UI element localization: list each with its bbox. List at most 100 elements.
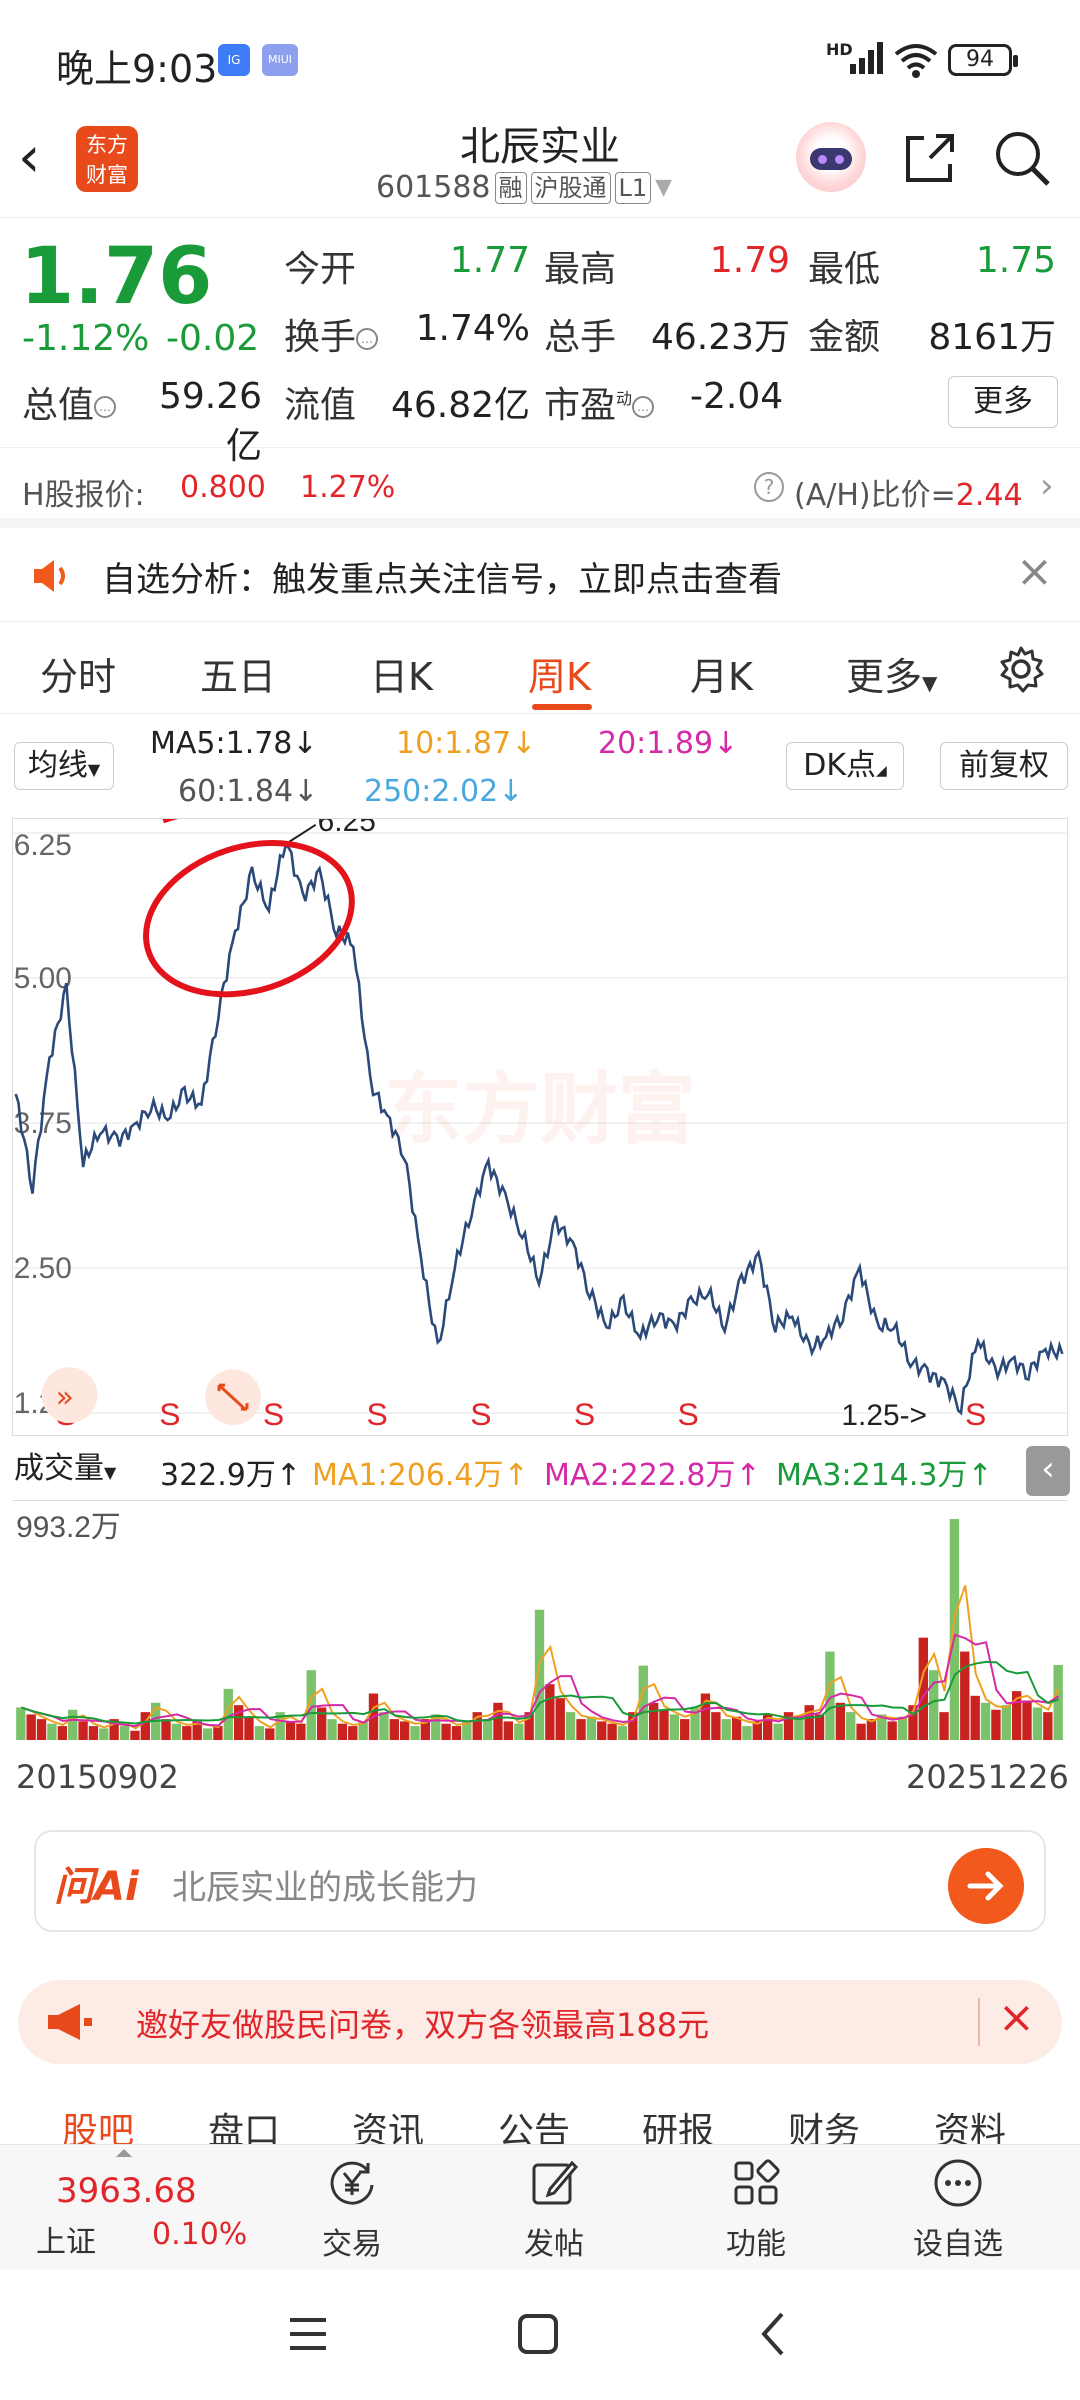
indicator-selector-dropdown[interactable]: 成交量▼ bbox=[14, 1448, 154, 1492]
sse-index-value[interactable]: 3963.68 bbox=[56, 2171, 197, 2211]
volume-bar bbox=[16, 1707, 26, 1741]
stock-code-row[interactable]: 601588 融 沪股通 L1 ▼ bbox=[376, 170, 672, 205]
ai-assistant-avatar-icon[interactable] bbox=[796, 122, 866, 192]
help-icon[interactable]: ? bbox=[754, 472, 784, 502]
ma-selector-dropdown[interactable]: 均线▼ bbox=[14, 742, 114, 790]
close-icon[interactable]: × bbox=[1016, 546, 1053, 597]
system-navigation-bar bbox=[0, 2270, 1080, 2400]
expand-left-icon[interactable]: » bbox=[41, 1367, 98, 1424]
dk-point-button[interactable]: DK点◢ bbox=[786, 742, 904, 790]
volume-bar bbox=[856, 1723, 866, 1741]
sell-signal-marker[interactable]: S bbox=[470, 1396, 491, 1432]
svg-text:»: » bbox=[56, 1380, 74, 1415]
alert-text: 自选分析：触发重点关注信号，立即点击查看 bbox=[102, 560, 782, 600]
volume-bar bbox=[68, 1709, 78, 1741]
volume-bar bbox=[980, 1702, 991, 1741]
volume-bar bbox=[78, 1721, 88, 1741]
post-button[interactable]: 发帖 bbox=[494, 2155, 614, 2263]
volume-bar bbox=[88, 1726, 99, 1741]
dk-label: DK点 bbox=[803, 748, 876, 783]
volume-bar bbox=[929, 1670, 939, 1741]
back-icon[interactable] bbox=[752, 2310, 796, 2358]
vol-ma1: MA1:206.4万↑ bbox=[312, 1458, 529, 1493]
y-tick-label: 6.25 bbox=[14, 829, 72, 862]
high-label: 最高 bbox=[544, 249, 617, 290]
collapse-panel-button[interactable]: ‹ bbox=[1026, 1446, 1070, 1496]
more-quote-button[interactable]: 更多 bbox=[948, 376, 1058, 428]
vol-ma3-value: MA3:214.3万 bbox=[776, 1458, 968, 1493]
price-line-chart[interactable]: 东方财富 6.255.003.752.501.25 SSSSSSSS 6.25 … bbox=[12, 818, 1068, 1436]
volume-bar bbox=[814, 1714, 825, 1741]
tab-more[interactable]: 更多▼ bbox=[846, 646, 937, 701]
active-tab-underline bbox=[532, 704, 592, 710]
info-icon[interactable]: … bbox=[632, 396, 655, 418]
info-icon[interactable]: … bbox=[356, 328, 379, 350]
gear-icon[interactable] bbox=[996, 644, 1046, 694]
trade-label: 交易 bbox=[322, 2227, 382, 2262]
turnover-label[interactable]: 换手… bbox=[284, 308, 379, 360]
amount-value: 8161万 bbox=[928, 317, 1056, 358]
volume-bar bbox=[648, 1702, 659, 1741]
trade-button[interactable]: 交易 bbox=[292, 2155, 412, 2263]
tab-five-day[interactable]: 五日 bbox=[200, 646, 276, 701]
quote-panel: 1.76 -1.12% -0.02 今开 1.77 最高 1.79 最低 1.7… bbox=[0, 218, 1080, 467]
moving-average-bar: 均线▼ MA5:1.78↓ 10:1.87↓ 20:1.89↓ 60:1.84↓… bbox=[0, 716, 1080, 816]
sse-index-percent: 0.10% bbox=[152, 2217, 248, 2252]
menu-icon[interactable] bbox=[286, 2312, 330, 2356]
analysis-alert-banner[interactable]: 自选分析：触发重点关注信号，立即点击查看 × bbox=[0, 528, 1080, 622]
volume-bar bbox=[399, 1721, 410, 1741]
volume-bar bbox=[36, 1719, 47, 1741]
tab-daily-k[interactable]: 日K bbox=[370, 646, 433, 701]
volume-bar bbox=[773, 1723, 783, 1741]
last-price: 1.76 bbox=[20, 232, 213, 322]
h-share-row[interactable]: H股报价: 0.800 1.27% ? (A/H)比价=2.44 › bbox=[0, 450, 1080, 528]
home-icon[interactable] bbox=[516, 2312, 560, 2356]
chevron-right-icon[interactable]: › bbox=[1040, 466, 1054, 506]
tab-intraday[interactable]: 分时 bbox=[40, 646, 116, 701]
high-value: 1.79 bbox=[709, 240, 790, 281]
sell-signal-marker[interactable]: S bbox=[263, 1396, 284, 1432]
ma60-label: 60:1.84↓ bbox=[178, 774, 319, 809]
volume-bar bbox=[731, 1716, 742, 1741]
volume-bar bbox=[265, 1728, 275, 1741]
ai-question-input[interactable]: 北辰实业的成长能力 bbox=[172, 1860, 478, 1909]
tab-weekly-k[interactable]: 周K bbox=[528, 646, 591, 701]
low-label: 最低 bbox=[808, 249, 881, 290]
close-icon[interactable]: × bbox=[998, 1992, 1035, 2043]
sell-signal-marker[interactable]: S bbox=[574, 1396, 595, 1432]
sell-signal-marker[interactable]: S bbox=[965, 1396, 986, 1432]
ma-selector-label: 均线 bbox=[27, 748, 88, 783]
sell-signal-marker[interactable]: S bbox=[367, 1396, 388, 1432]
adjust-mode-button[interactable]: 前复权 bbox=[940, 742, 1068, 790]
promo-banner[interactable]: 邀好友做股民问卷，双方各领最高188元 × bbox=[18, 1980, 1062, 2064]
features-button[interactable]: 功能 bbox=[696, 2155, 816, 2263]
pe-label[interactable]: 市盈动… bbox=[544, 376, 655, 428]
volume-bar bbox=[161, 1719, 171, 1741]
volume-bar bbox=[1043, 1712, 1053, 1741]
arrow-right-icon[interactable] bbox=[948, 1848, 1024, 1924]
volume-bar bbox=[337, 1723, 348, 1741]
ai-question-bar[interactable]: 问Ai 北辰实业的成长能力 bbox=[34, 1830, 1046, 1932]
open-label: 今开 bbox=[284, 249, 357, 290]
volume-bar bbox=[482, 1719, 493, 1741]
expand-caret-icon[interactable] bbox=[116, 2149, 132, 2157]
volume-bar bbox=[493, 1702, 503, 1741]
volume-bar bbox=[503, 1721, 514, 1741]
vol-ma2: MA2:222.8万↑ bbox=[544, 1458, 761, 1493]
add-watchlist-button[interactable]: 设自选 bbox=[898, 2155, 1018, 2263]
volume-bar bbox=[441, 1723, 451, 1741]
info-icon[interactable]: … bbox=[94, 396, 117, 418]
dropdown-triangle-icon[interactable]: ▼ bbox=[655, 175, 672, 200]
fullscreen-icon[interactable] bbox=[205, 1369, 261, 1426]
pe-value: -2.04 bbox=[690, 376, 784, 417]
volume-bar bbox=[659, 1709, 669, 1741]
sell-signal-marker[interactable]: S bbox=[159, 1396, 180, 1432]
tab-monthly-k[interactable]: 月K bbox=[690, 646, 753, 701]
ma20-label: 20:1.89↓ bbox=[598, 726, 739, 761]
volume-bar-chart[interactable]: 993.2万 bbox=[12, 1500, 1068, 1746]
content-tabs: 股吧 盘口 资讯 公告 研报 财务 资料 bbox=[0, 2080, 1080, 2152]
share-icon[interactable] bbox=[900, 128, 960, 188]
market-cap-label[interactable]: 总值… bbox=[22, 376, 117, 428]
sell-signal-marker[interactable]: S bbox=[678, 1396, 699, 1432]
search-icon[interactable] bbox=[992, 128, 1052, 188]
